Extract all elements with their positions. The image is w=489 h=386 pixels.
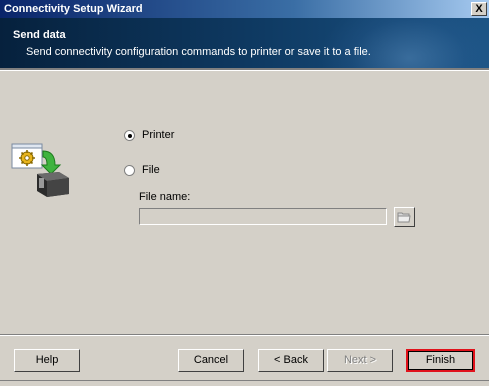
file-label: File xyxy=(142,164,160,176)
file-radio[interactable] xyxy=(124,164,135,176)
file-option[interactable]: File xyxy=(124,164,160,176)
title-bar: Connectivity Setup Wizard X xyxy=(0,0,489,18)
header-banner: Send data Send connectivity configuratio… xyxy=(0,18,489,68)
page-description: Send connectivity configuration commands… xyxy=(26,46,371,58)
cancel-button[interactable]: Cancel xyxy=(178,349,244,372)
folder-browse-icon xyxy=(397,212,411,223)
window-title: Connectivity Setup Wizard xyxy=(4,3,143,15)
help-button[interactable]: Help xyxy=(14,349,80,372)
printer-radio[interactable] xyxy=(124,129,135,141)
page-title: Send data xyxy=(13,29,66,41)
file-name-input[interactable] xyxy=(139,208,387,225)
finish-button[interactable]: Finish xyxy=(406,349,475,372)
browse-button[interactable] xyxy=(394,207,415,227)
header-divider xyxy=(0,68,489,71)
printer-option[interactable]: Printer xyxy=(124,129,174,141)
banner-decoration xyxy=(319,18,489,68)
close-button[interactable]: X xyxy=(471,2,487,16)
next-button[interactable]: Next > xyxy=(327,349,393,372)
printer-label: Printer xyxy=(142,129,175,141)
bottom-border xyxy=(0,380,489,381)
back-button[interactable]: < Back xyxy=(258,349,324,372)
footer-divider xyxy=(0,334,489,336)
file-name-label: File name: xyxy=(139,191,191,203)
printer-config-icon xyxy=(11,141,73,197)
